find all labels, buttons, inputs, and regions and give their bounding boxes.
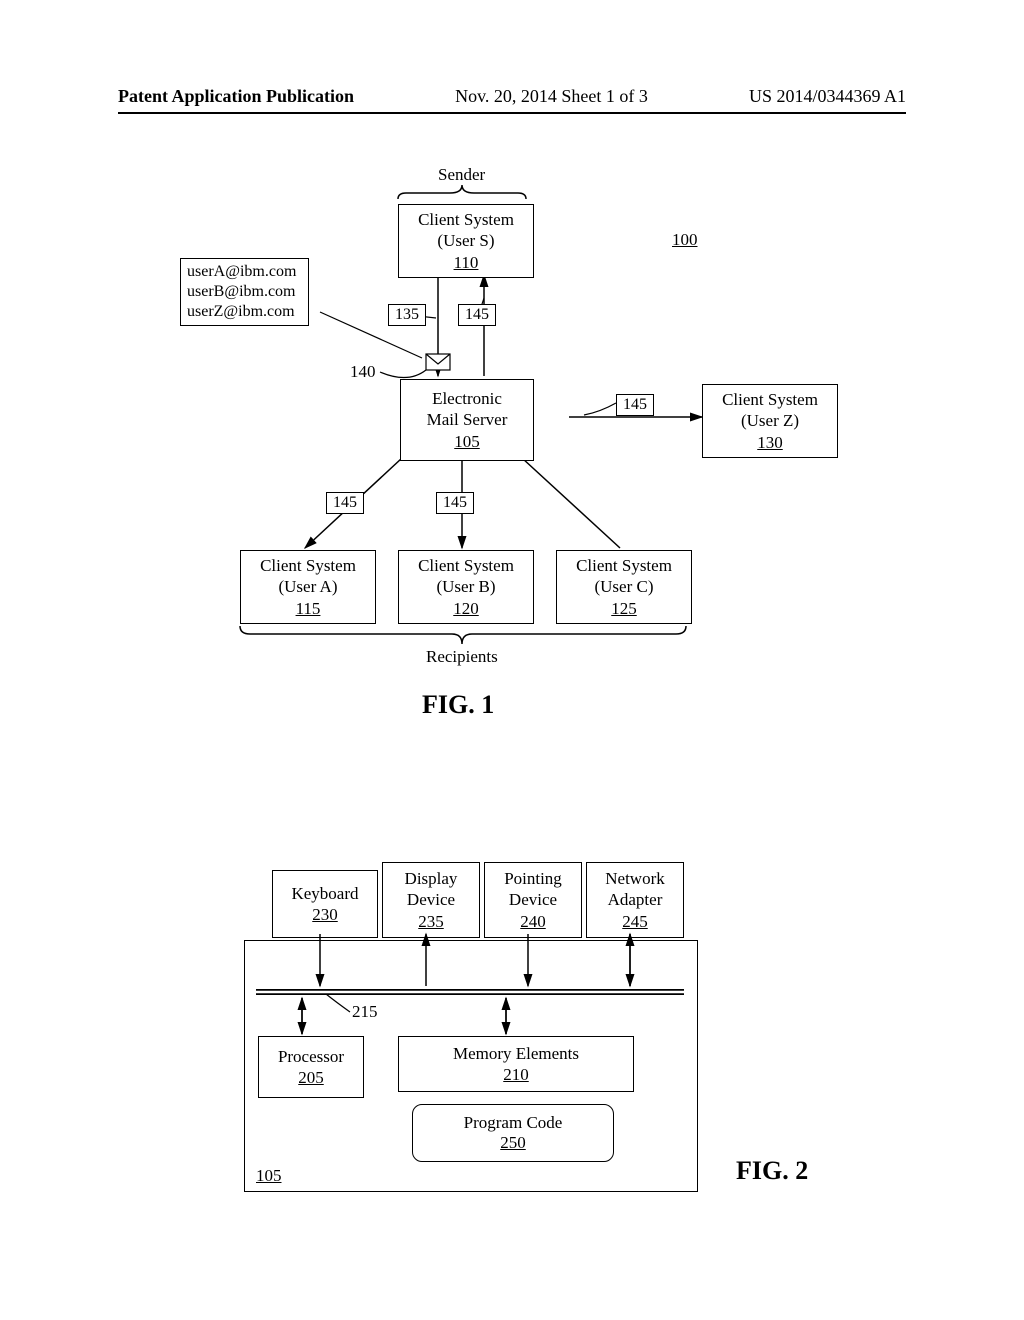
sender-box-l2: (User S) [437,230,494,251]
userb-l1: Client System [418,555,514,576]
memory-ref: 210 [503,1064,529,1085]
keyboard-l1: Keyboard [291,883,358,904]
keyboard-box: Keyboard 230 [272,870,378,938]
pointing-ref: 240 [520,911,546,932]
userb-box: Client System (User B) 120 [398,550,534,624]
memory-l1: Memory Elements [453,1043,579,1064]
userb-ref: 120 [453,598,479,619]
ref-145-b: 145 [436,492,474,514]
processor-ref: 205 [298,1067,324,1088]
network-l2: Adapter [608,889,663,910]
userz-l1: Client System [722,389,818,410]
email-3: userZ@ibm.com [187,302,296,322]
mail-server-l1: Electronic [432,388,502,409]
ref-140: 140 [350,362,376,382]
program-ref: 250 [413,1133,613,1153]
keyboard-ref: 230 [312,904,338,925]
bus-ref: 215 [352,1002,378,1022]
sender-label: Sender [436,166,487,185]
mail-server-l2: Mail Server [427,409,508,430]
userc-l2: (User C) [594,576,653,597]
ref-145-z: 145 [616,394,654,416]
userc-l1: Client System [576,555,672,576]
userz-l2: (User Z) [741,410,799,431]
display-l1: Display [405,868,458,889]
usera-l2: (User A) [278,576,337,597]
pointing-l2: Device [509,889,557,910]
ref-145-sender: 145 [458,304,496,326]
pointing-box: Pointing Device 240 [484,862,582,938]
sender-box: Client System (User S) 110 [398,204,534,278]
fig2-system-ref: 105 [256,1166,282,1186]
email-1: userA@ibm.com [187,262,296,282]
network-ref: 245 [622,911,648,932]
sender-box-l1: Client System [418,209,514,230]
ref-135: 135 [388,304,426,326]
userz-box: Client System (User Z) 130 [702,384,838,458]
userz-ref: 130 [757,432,783,453]
program-code-box: Program Code 250 [412,1104,614,1162]
network-l1: Network [605,868,664,889]
mail-server-box: Electronic Mail Server 105 [400,379,534,461]
page: Patent Application Publication Nov. 20, … [0,0,1024,1320]
fig1-system-ref: 100 [672,230,698,250]
pointing-l1: Pointing [504,868,562,889]
usera-box: Client System (User A) 115 [240,550,376,624]
userb-l2: (User B) [436,576,495,597]
email-list-box: userA@ibm.com userB@ibm.com userZ@ibm.co… [180,258,309,326]
display-ref: 235 [418,911,444,932]
fig1-title: FIG. 1 [422,690,494,720]
userc-ref: 125 [611,598,637,619]
canvas: 100 Sender Client System (User S) 110 us… [0,0,1024,1320]
display-l2: Device [407,889,455,910]
memory-box: Memory Elements 210 [398,1036,634,1092]
fig2-title: FIG. 2 [736,1156,808,1186]
userc-box: Client System (User C) 125 [556,550,692,624]
processor-box: Processor 205 [258,1036,364,1098]
usera-ref: 115 [296,598,321,619]
processor-l1: Processor [278,1046,344,1067]
usera-l1: Client System [260,555,356,576]
ref-145-a: 145 [326,492,364,514]
mail-server-ref: 105 [454,431,480,452]
display-box: Display Device 235 [382,862,480,938]
network-box: Network Adapter 245 [586,862,684,938]
sender-box-ref: 110 [454,252,479,273]
email-2: userB@ibm.com [187,282,296,302]
recipients-label: Recipients [424,648,500,667]
program-l1: Program Code [413,1113,613,1133]
